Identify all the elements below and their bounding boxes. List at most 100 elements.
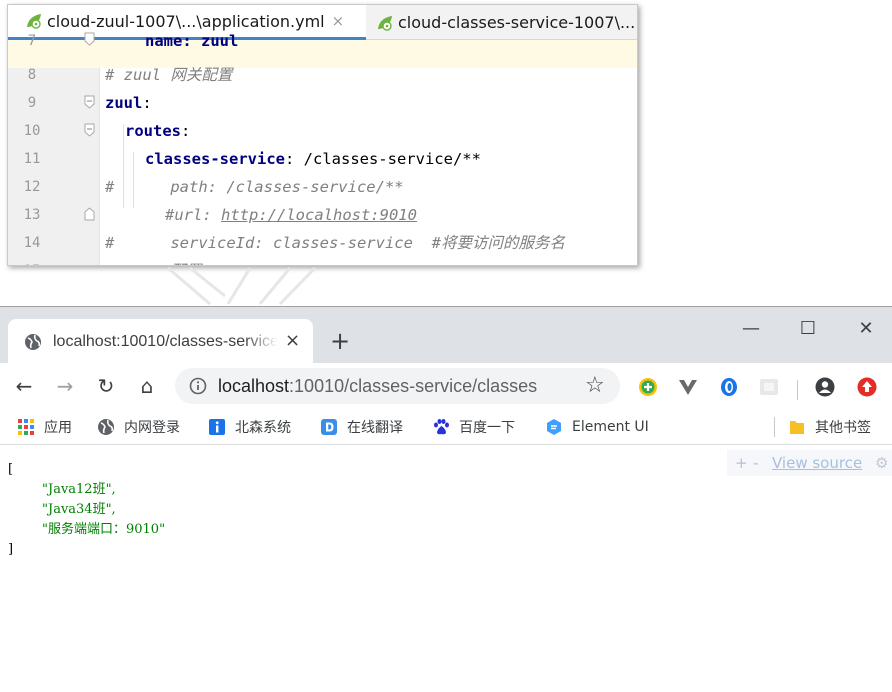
code-line: 13 #url: http://localhost:9010 [8,201,637,229]
bookmark-label: Element UI [572,419,649,435]
code-comment: # 配置 [105,257,201,265]
site-info-icon[interactable] [189,377,207,395]
json-bracket-close: ] [8,542,14,557]
bookmark-baidu[interactable]: 百度一下 [432,417,515,437]
editor-tab-label: cloud-classes-service-1007\... [398,13,636,32]
expand-all-button[interactable]: + [735,450,748,476]
json-viewer-toolbar: + - View source ⚙ [727,450,892,476]
line-number: 8 [27,67,37,83]
bookmark-label: 内网登录 [124,420,180,436]
line-number: 13 [23,207,41,223]
json-string-item: "服务端端口：9010" [42,522,166,537]
gear-icon[interactable]: ⚙ [875,450,888,476]
close-tab-icon[interactable]: × [332,12,345,30]
address-bar[interactable]: localhost:10010/classes-service/classes … [175,368,620,404]
code-area[interactable]: 7 name: zuul 8 # zuul 网关配置 9 zuul: 10 ro… [8,32,637,265]
collapse-all-button[interactable]: - [753,450,758,476]
globe-icon [98,419,114,435]
vue-devtools-icon[interactable] [678,377,698,397]
code-line: 9 zuul: [8,89,637,117]
close-tab-icon[interactable]: × [285,330,300,352]
bookmark-beisen[interactable]: 北森系统 [208,417,291,437]
bookmark-label: 应用 [44,420,72,436]
reload-button[interactable]: ↻ [92,372,120,400]
extension-grey-icon[interactable] [759,377,779,397]
back-button[interactable]: ← [10,372,38,400]
extension-red-upload-icon[interactable] [857,377,877,397]
account-icon[interactable] [815,377,835,397]
extension-green-plus-icon[interactable] [638,377,658,397]
ide-editor-window: cloud-zuul-1007\...\application.yml × cl… [7,4,638,266]
browser-tab-active[interactable]: localhost:10010/classes-service/classes … [8,319,313,363]
code-line: 14 # serviceId: classes-service #将要访问的服务… [8,229,637,257]
toolbar-divider [797,380,798,400]
line-number: 11 [23,151,41,167]
json-string-item: "Java34班", [42,502,116,517]
minimize-button[interactable]: — [736,317,766,341]
new-tab-button[interactable]: + [330,329,350,353]
close-window-button[interactable]: ✕ [851,317,881,341]
tab-title: localhost:10010/classes-service/classes [53,333,278,350]
browser-window: localhost:10010/classes-service/classes … [0,306,892,692]
code-text: routes: [125,122,191,140]
extension-blue-shield-icon[interactable] [719,377,739,397]
code-comment: # zuul 网关配置 [105,66,233,84]
maximize-button[interactable]: ☐ [793,317,823,341]
bookmark-label: 北森系统 [235,420,291,436]
globe-icon [25,334,41,350]
bookmarks-divider [774,417,775,437]
code-comment: #url: http://localhost:9010 [165,206,417,224]
code-line: 10 routes: [8,117,637,145]
spring-leaf-icon [378,15,392,31]
d-letter-icon [321,419,337,435]
bookmarks-bar: 应用 内网登录 北森系统 在线翻译 百度一下 Element UI 其他书签 [0,409,892,445]
bookmark-star-icon[interactable]: ☆ [585,372,605,400]
code-line: 11 classes-service: /classes-service/** [8,145,637,173]
browser-tab-strip: localhost:10010/classes-service/classes … [0,307,892,363]
fold-marker-icon[interactable] [84,95,95,109]
browser-toolbar: ← → ↻ ⌂ localhost:10010/classes-service/… [0,363,892,409]
folder-icon [790,421,804,434]
fold-marker-icon[interactable] [84,32,95,46]
info-blue-icon [209,419,225,435]
bookmark-label: 在线翻译 [347,420,403,436]
bookmark-other[interactable]: 其他书签 [788,417,871,437]
bookmark-label: 其他书签 [815,420,871,436]
line-number: 12 [23,179,41,195]
code-comment: # path: /classes-service/** [105,178,404,196]
fold-end-marker-icon[interactable] [84,207,95,221]
element-ui-icon [547,419,561,435]
json-viewer: [ "Java12班", "Java34班", "服务端端口：9010" ] [8,460,165,560]
fold-marker-icon[interactable] [84,123,95,137]
code-comment: # serviceId: classes-service #将要访问的服务名 [105,234,565,252]
bookmark-translate[interactable]: 在线翻译 [320,417,403,437]
code-text: name: zuul [145,32,239,50]
view-source-link[interactable]: View source [772,450,862,476]
code-text: zuul: [105,94,152,112]
line-number: 7 [27,33,37,49]
bookmark-element-ui[interactable]: Element UI [545,417,649,437]
apps-grid-icon [18,419,34,435]
line-number: 10 [23,123,41,139]
page-content: [ "Java12班", "Java34班", "服务端端口：9010" ] +… [0,446,892,692]
editor-tab-bar: cloud-zuul-1007\...\application.yml × cl… [8,5,637,40]
line-number: 15 [16,257,48,265]
code-text: classes-service: /classes-service/** [145,150,481,168]
line-number: 14 [23,235,41,251]
watermark-graphic [167,266,317,306]
bookmark-intranet-login[interactable]: 内网登录 [97,417,180,437]
code-line: 12 # path: /classes-service/** [8,173,637,201]
code-link[interactable]: http://localhost:9010 [221,206,417,224]
code-line: 15 # 配置 [8,257,637,265]
baidu-paw-icon [434,419,449,435]
home-button[interactable]: ⌂ [133,372,161,400]
code-line: 8 # zuul 网关配置 [8,61,637,89]
json-string-item: "Java12班", [42,482,116,497]
line-number: 9 [27,95,37,111]
json-bracket-open: [ [8,462,14,477]
url-text: localhost:10010/classes-service/classes [218,376,538,396]
bookmark-apps[interactable]: 应用 [17,417,72,437]
forward-button[interactable]: → [51,372,79,400]
editor-tab-classes-service[interactable]: cloud-classes-service-1007\... [366,5,637,40]
bookmark-label: 百度一下 [459,420,515,436]
